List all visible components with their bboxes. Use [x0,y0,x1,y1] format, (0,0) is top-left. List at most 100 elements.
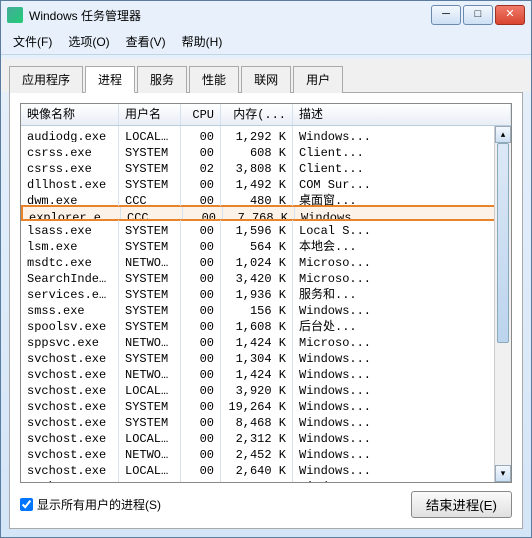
cell-cpu: 00 [181,348,221,364]
column-headers: 映像名称用户名CPU内存(...描述 [21,104,511,126]
cell-user: LOCAL... [119,476,181,483]
cell-user: SYSTEM [119,316,181,332]
process-row[interactable]: svchost.exeNETWO...002,452 KWindows... [21,444,511,460]
menu-帮助(H)[interactable]: 帮助(H) [178,31,227,52]
cell-mem: 3,920 K [221,380,293,396]
cell-cpu: 00 [181,428,221,444]
process-row[interactable]: smss.exeSYSTEM00156 KWindows... [21,300,511,316]
cell-desc: Windows... [293,126,511,142]
process-row[interactable]: csrss.exeSYSTEM023,808 KClient... [21,158,511,174]
cell-user: SYSTEM [119,412,181,428]
cell-desc: Microso... [293,332,511,348]
cell-desc: Microso... [293,268,511,284]
process-row[interactable]: svchost.exeLOCAL...002,640 KWindows... [21,460,511,476]
maximize-button[interactable]: □ [463,5,493,25]
cell-name: svchost.exe [21,476,119,483]
cell-desc: Client... [293,142,511,158]
end-process-button[interactable]: 结束进程(E) [411,491,512,518]
process-row[interactable]: services.exeSYSTEM001,936 K服务和... [21,284,511,300]
process-row[interactable]: svchost.exeLOCAL...001,064 KWindows... [21,476,511,483]
tab-content-processes: 映像名称用户名CPU内存(...描述 audiodg.exeLOCAL...00… [9,92,523,529]
vertical-scrollbar[interactable]: ▴ ▾ [494,126,511,482]
cell-name: SearchInde... [21,268,119,284]
scroll-thumb[interactable] [497,143,509,343]
cell-mem: 2,640 K [221,460,293,476]
scroll-down-button[interactable]: ▾ [495,465,511,482]
cell-cpu: 00 [183,207,223,219]
cell-desc: 桌面窗... [293,190,511,206]
cell-desc: Windows... [295,207,509,219]
cell-mem: 7,768 K [223,207,295,219]
process-row[interactable]: svchost.exeSYSTEM0019,264 KWindows... [21,396,511,412]
process-row[interactable]: dwm.exeCCC00480 K桌面窗... [21,190,511,206]
process-row[interactable]: svchost.exeNETWO...001,424 KWindows... [21,364,511,380]
cell-name: csrss.exe [21,158,119,174]
cell-name: msdtc.exe [21,252,119,268]
menu-选项(O)[interactable]: 选项(O) [64,31,113,52]
process-row[interactable]: svchost.exeLOCAL...002,312 KWindows... [21,428,511,444]
cell-user: SYSTEM [119,300,181,316]
cell-name: sppsvc.exe [21,332,119,348]
cell-user: SYSTEM [119,236,181,252]
process-row[interactable]: csrss.exeSYSTEM00608 KClient... [21,142,511,158]
close-button[interactable]: ✕ [495,5,525,25]
cell-cpu: 00 [181,190,221,206]
menu-查看(V)[interactable]: 查看(V) [122,31,170,52]
cell-cpu: 00 [181,174,221,190]
process-row[interactable]: svchost.exeSYSTEM008,468 KWindows... [21,412,511,428]
cell-user: LOCAL... [119,126,181,142]
show-all-users-input[interactable] [20,498,33,511]
cell-mem: 3,420 K [221,268,293,284]
menubar: 文件(F) 选项(O) 查看(V) 帮助(H) [1,29,531,55]
cell-mem: 1,608 K [221,316,293,332]
tab-进程[interactable]: 进程 [85,66,135,93]
process-row[interactable]: msdtc.exeNETWO...001,024 KMicroso... [21,252,511,268]
process-row[interactable]: SearchInde...SYSTEM003,420 KMicroso... [21,268,511,284]
cell-mem: 1,304 K [221,348,293,364]
tab-服务[interactable]: 服务 [137,66,187,93]
process-row[interactable]: explorer.exeCCC007,768 KWindows... [21,205,511,221]
cell-desc: Client... [293,158,511,174]
cell-cpu: 00 [181,332,221,348]
tab-应用程序[interactable]: 应用程序 [9,66,83,93]
tab-用户[interactable]: 用户 [293,66,343,93]
column-header[interactable]: 描述 [293,104,511,125]
tab-性能[interactable]: 性能 [189,66,239,93]
process-row[interactable]: svchost.exeLOCAL...003,920 KWindows... [21,380,511,396]
column-header[interactable]: 内存(... [221,104,293,125]
tab-联网[interactable]: 联网 [241,66,291,93]
cell-cpu: 02 [181,158,221,174]
minimize-button[interactable]: ─ [431,5,461,25]
cell-desc: Windows... [293,364,511,380]
cell-name: spoolsv.exe [21,316,119,332]
cell-user: CCC [119,190,181,206]
cell-name: csrss.exe [21,142,119,158]
cell-desc: Microso... [293,252,511,268]
process-row[interactable]: sppsvc.exeNETWO...001,424 KMicroso... [21,332,511,348]
process-row[interactable]: spoolsv.exeSYSTEM001,608 K后台处... [21,316,511,332]
process-row[interactable]: lsm.exeSYSTEM00564 K本地会... [21,236,511,252]
column-header[interactable]: 映像名称 [21,104,119,125]
process-row[interactable]: svchost.exeSYSTEM001,304 KWindows... [21,348,511,364]
cell-cpu: 00 [181,412,221,428]
titlebar[interactable]: Windows 任务管理器 ─ □ ✕ [1,1,531,29]
scroll-up-button[interactable]: ▴ [495,126,511,143]
process-row[interactable]: lsass.exeSYSTEM001,596 KLocal S... [21,220,511,236]
cell-user: SYSTEM [119,396,181,412]
cell-cpu: 00 [181,364,221,380]
column-header[interactable]: 用户名 [119,104,181,125]
cell-mem: 3,808 K [221,158,293,174]
cell-user: NETWO... [119,444,181,460]
cell-cpu: 00 [181,396,221,412]
show-all-users-checkbox[interactable]: 显示所有用户的进程(S) [20,496,161,513]
cell-mem: 2,452 K [221,444,293,460]
menu-文件(F)[interactable]: 文件(F) [9,31,56,52]
column-header[interactable]: CPU [181,104,221,125]
cell-desc: Windows... [293,396,511,412]
cell-mem: 1,292 K [221,126,293,142]
window-title: Windows 任务管理器 [29,7,429,24]
process-row[interactable]: audiodg.exeLOCAL...001,292 KWindows... [21,126,511,142]
process-list: 映像名称用户名CPU内存(...描述 audiodg.exeLOCAL...00… [20,103,512,483]
process-row[interactable]: dllhost.exeSYSTEM001,492 KCOM Sur... [21,174,511,190]
cell-mem: 2,312 K [221,428,293,444]
